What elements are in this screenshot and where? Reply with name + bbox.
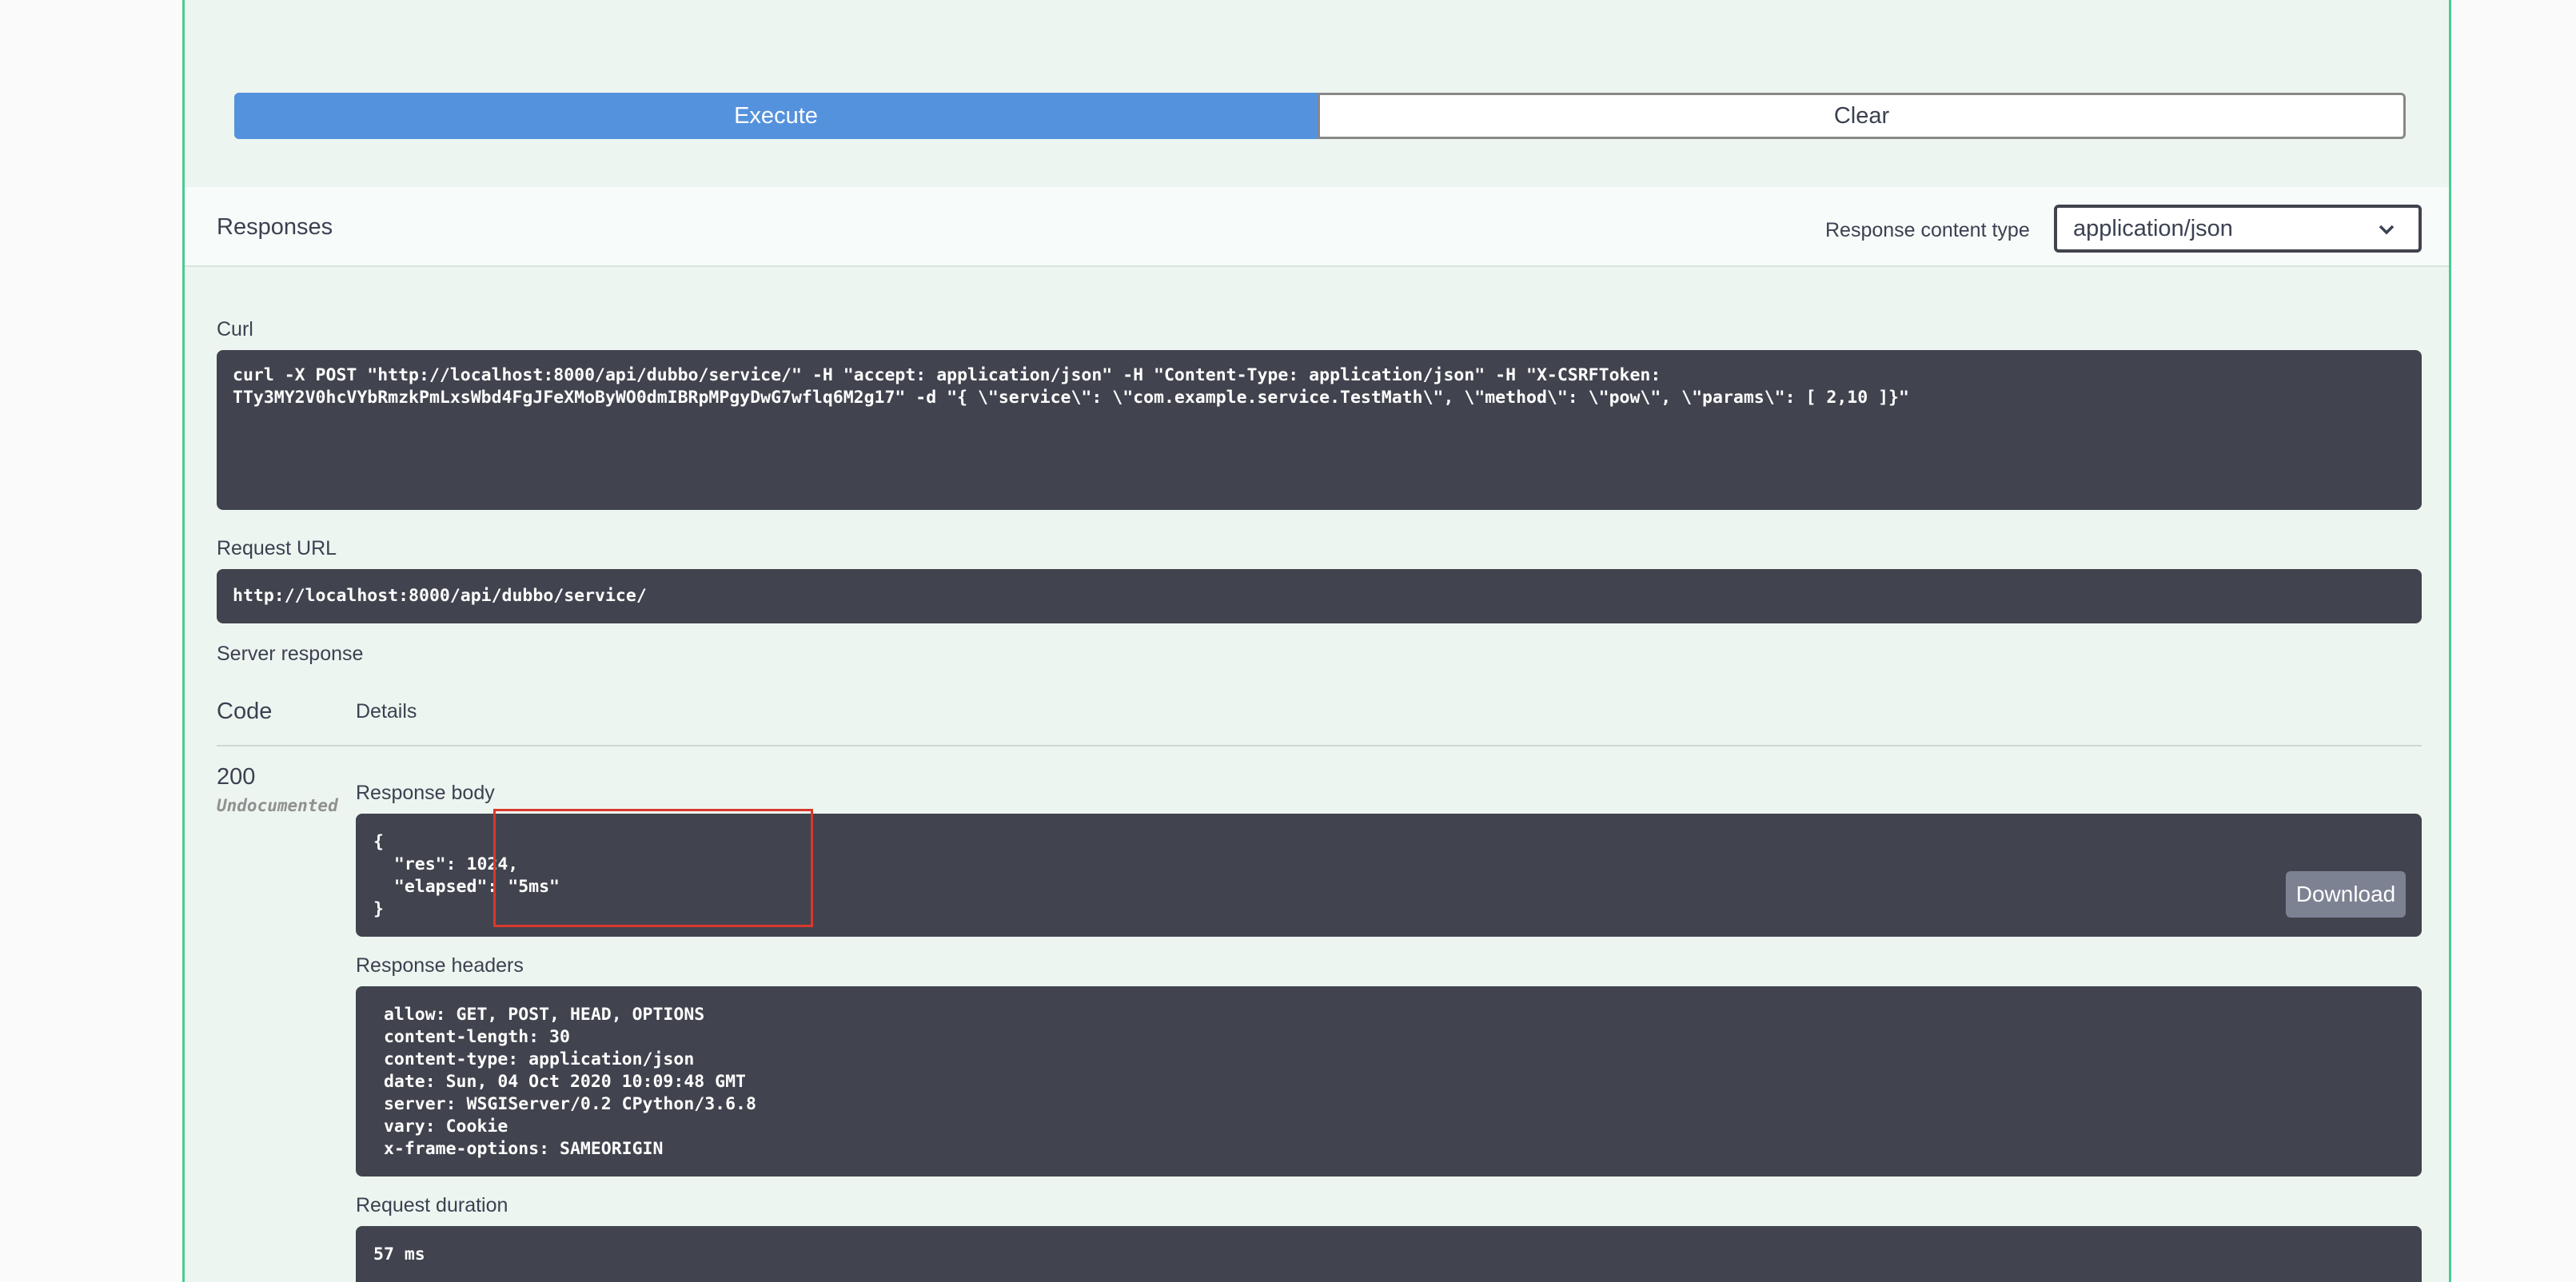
table-divider: [217, 745, 2422, 747]
execute-button-group: Execute Clear: [234, 93, 2406, 139]
code-column-header: Code: [217, 699, 273, 724]
request-duration-label: Request duration: [356, 1194, 508, 1216]
clear-button[interactable]: Clear: [1318, 93, 2406, 139]
details-column-header: Details: [356, 700, 417, 723]
content-type-value: application/json: [2073, 215, 2233, 241]
responses-header: Responses Response content type applicat…: [185, 187, 2449, 267]
curl-command: curl -X POST "http://localhost:8000/api/…: [217, 350, 2422, 510]
highlight-annotation-box: [493, 809, 813, 927]
responses-title: Responses: [217, 214, 333, 240]
server-response-label: Server response: [217, 643, 364, 665]
operation-panel: Execute Clear Responses Response content…: [182, 0, 2451, 1282]
response-headers-label: Response headers: [356, 954, 524, 977]
response-headers-code: allow: GET, POST, HEAD, OPTIONS content-…: [356, 986, 2422, 1176]
content-type-label: Response content type: [1825, 219, 2030, 241]
request-url-label: Request URL: [217, 537, 337, 559]
chevron-down-icon: [2377, 216, 2396, 249]
execute-button[interactable]: Execute: [234, 93, 1318, 139]
download-button[interactable]: Download: [2286, 871, 2406, 918]
curl-label: Curl: [217, 318, 253, 340]
request-duration-value: 57 ms: [356, 1226, 2422, 1282]
content-type-select[interactable]: application/json: [2054, 205, 2422, 253]
response-body-label: Response body: [356, 782, 495, 804]
request-url-value: http://localhost:8000/api/dubbo/service/: [217, 569, 2422, 623]
response-status-code: 200: [217, 764, 256, 790]
undocumented-label: Undocumented: [217, 796, 338, 815]
